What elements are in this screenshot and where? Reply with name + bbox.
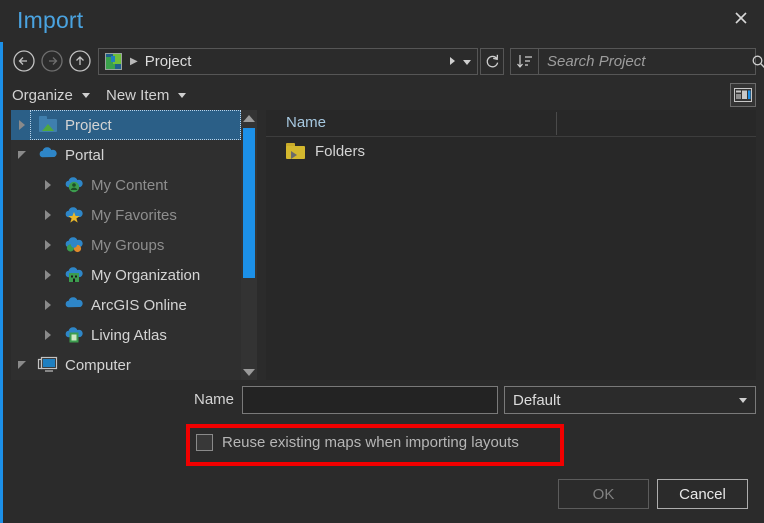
type-select[interactable]: Default <box>504 386 756 414</box>
magnifier-icon <box>751 54 764 70</box>
tree-item-label: Project <box>65 117 112 134</box>
close-icon <box>733 10 749 26</box>
expand-arrow-closed-icon[interactable] <box>41 238 55 252</box>
path-separator-icon: ▶ <box>130 56 138 67</box>
cloud-star-icon <box>63 205 85 225</box>
cloud-group-icon <box>63 235 85 255</box>
list-item[interactable]: Folders <box>266 137 756 165</box>
tree-item-my-groups[interactable]: My Groups <box>11 230 241 260</box>
project-icon <box>105 53 122 70</box>
expand-arrow-closed-icon[interactable] <box>41 268 55 282</box>
tree-item-arcgis-online[interactable]: ArcGIS Online <box>11 290 241 320</box>
forward-button[interactable] <box>38 47 66 75</box>
tree-item-label: My Favorites <box>91 207 177 224</box>
arrow-left-circle-icon <box>12 49 36 73</box>
tree-item-label: My Groups <box>91 237 164 254</box>
cloud-icon <box>63 295 85 315</box>
view-toggle-button[interactable] <box>730 83 756 107</box>
path-separator-icon-2 <box>450 57 455 65</box>
title-bar: Import <box>0 0 764 42</box>
name-label: Name <box>194 391 234 408</box>
tree-item-label: Living Atlas <box>91 327 167 344</box>
tree-item-label: My Organization <box>91 267 200 284</box>
list-header: Name <box>266 110 756 137</box>
import-dialog: Import <box>0 0 764 523</box>
caret-down-icon <box>243 369 255 376</box>
tree-item-label: My Content <box>91 177 168 194</box>
list-item-label: Folders <box>315 143 365 160</box>
project-folder-icon <box>37 115 59 135</box>
ok-button[interactable]: OK <box>558 479 649 509</box>
organize-menu[interactable]: Organize <box>12 85 90 105</box>
panel-layout-icon <box>734 88 752 102</box>
navigation-bar: ▶ Project <box>0 44 764 80</box>
name-input[interactable] <box>243 387 497 413</box>
tree-item-project[interactable]: Project <box>11 110 241 140</box>
expand-arrow-open-icon[interactable] <box>15 358 29 372</box>
expand-arrow-closed-icon[interactable] <box>41 178 55 192</box>
arrow-up-circle-icon <box>68 49 92 73</box>
cloud-icon <box>37 145 59 165</box>
path-segment-project[interactable]: Project <box>145 53 192 70</box>
computer-icon <box>37 355 59 375</box>
expand-arrow-closed-icon[interactable] <box>15 118 29 132</box>
cancel-button[interactable]: Cancel <box>657 479 748 509</box>
search-input[interactable] <box>539 53 748 70</box>
tree-scrollbar[interactable] <box>241 110 257 380</box>
caret-up-icon <box>243 115 255 122</box>
up-one-level-button[interactable] <box>66 47 94 75</box>
new-item-menu[interactable]: New Item <box>106 85 186 105</box>
scroll-down-button[interactable] <box>241 364 257 380</box>
tree-item-label: ArcGIS Online <box>91 297 187 314</box>
column-divider[interactable] <box>556 112 557 135</box>
chevron-down-icon <box>739 398 747 403</box>
chevron-down-icon <box>178 93 186 98</box>
reuse-maps-checkbox-row[interactable]: Reuse existing maps when importing layou… <box>196 434 519 451</box>
reuse-maps-checkbox[interactable] <box>196 434 213 451</box>
tree-item-label: Computer <box>65 357 131 374</box>
column-header-name[interactable]: Name <box>286 114 326 131</box>
path-bar[interactable]: ▶ Project <box>98 48 478 75</box>
expand-arrow-closed-icon[interactable] <box>41 298 55 312</box>
tree-item-living-atlas[interactable]: Living Atlas <box>11 320 241 350</box>
tree-item-label: Portal <box>65 147 104 164</box>
search-button[interactable] <box>748 54 764 70</box>
scrollbar-thumb[interactable] <box>243 128 255 278</box>
item-list-pane[interactable]: Name Folders <box>266 110 756 380</box>
reuse-maps-label: Reuse existing maps when importing layou… <box>222 434 519 451</box>
cloud-book-icon <box>63 325 85 345</box>
type-select-value: Default <box>505 392 561 409</box>
cloud-building-icon <box>63 265 85 285</box>
expand-arrow-open-icon[interactable] <box>15 148 29 162</box>
folder-icon <box>286 143 307 160</box>
refresh-button[interactable] <box>480 48 504 75</box>
new-item-label: New Item <box>106 87 169 104</box>
catalog-tree[interactable]: Project Portal My Content My Favorites My Gr… <box>11 110 241 380</box>
tree-item-my-favorites[interactable]: My Favorites <box>11 200 241 230</box>
tree-item-my-content[interactable]: My Content <box>11 170 241 200</box>
refresh-icon <box>484 53 501 70</box>
focus-outline <box>30 110 241 140</box>
back-button[interactable] <box>10 47 38 75</box>
tree-item-my-organization[interactable]: My Organization <box>11 260 241 290</box>
organize-label: Organize <box>12 87 73 104</box>
tree-item-portal[interactable]: Portal <box>11 140 241 170</box>
command-bar: Organize New Item <box>0 82 764 108</box>
expand-arrow-closed-icon[interactable] <box>41 208 55 222</box>
cloud-person-icon <box>63 175 85 195</box>
name-field[interactable] <box>242 386 498 414</box>
sort-ascending-icon <box>516 53 534 70</box>
arrow-right-circle-icon <box>40 49 64 73</box>
expand-arrow-closed-icon[interactable] <box>41 328 55 342</box>
chevron-down-icon[interactable] <box>463 60 471 65</box>
tree-item-computer[interactable]: Computer <box>11 350 241 380</box>
page-title: Import <box>17 7 83 34</box>
close-button[interactable] <box>718 0 764 36</box>
chevron-down-icon <box>82 93 90 98</box>
scroll-up-button[interactable] <box>241 110 257 126</box>
search-box[interactable] <box>510 48 756 75</box>
sort-button[interactable] <box>511 49 539 74</box>
